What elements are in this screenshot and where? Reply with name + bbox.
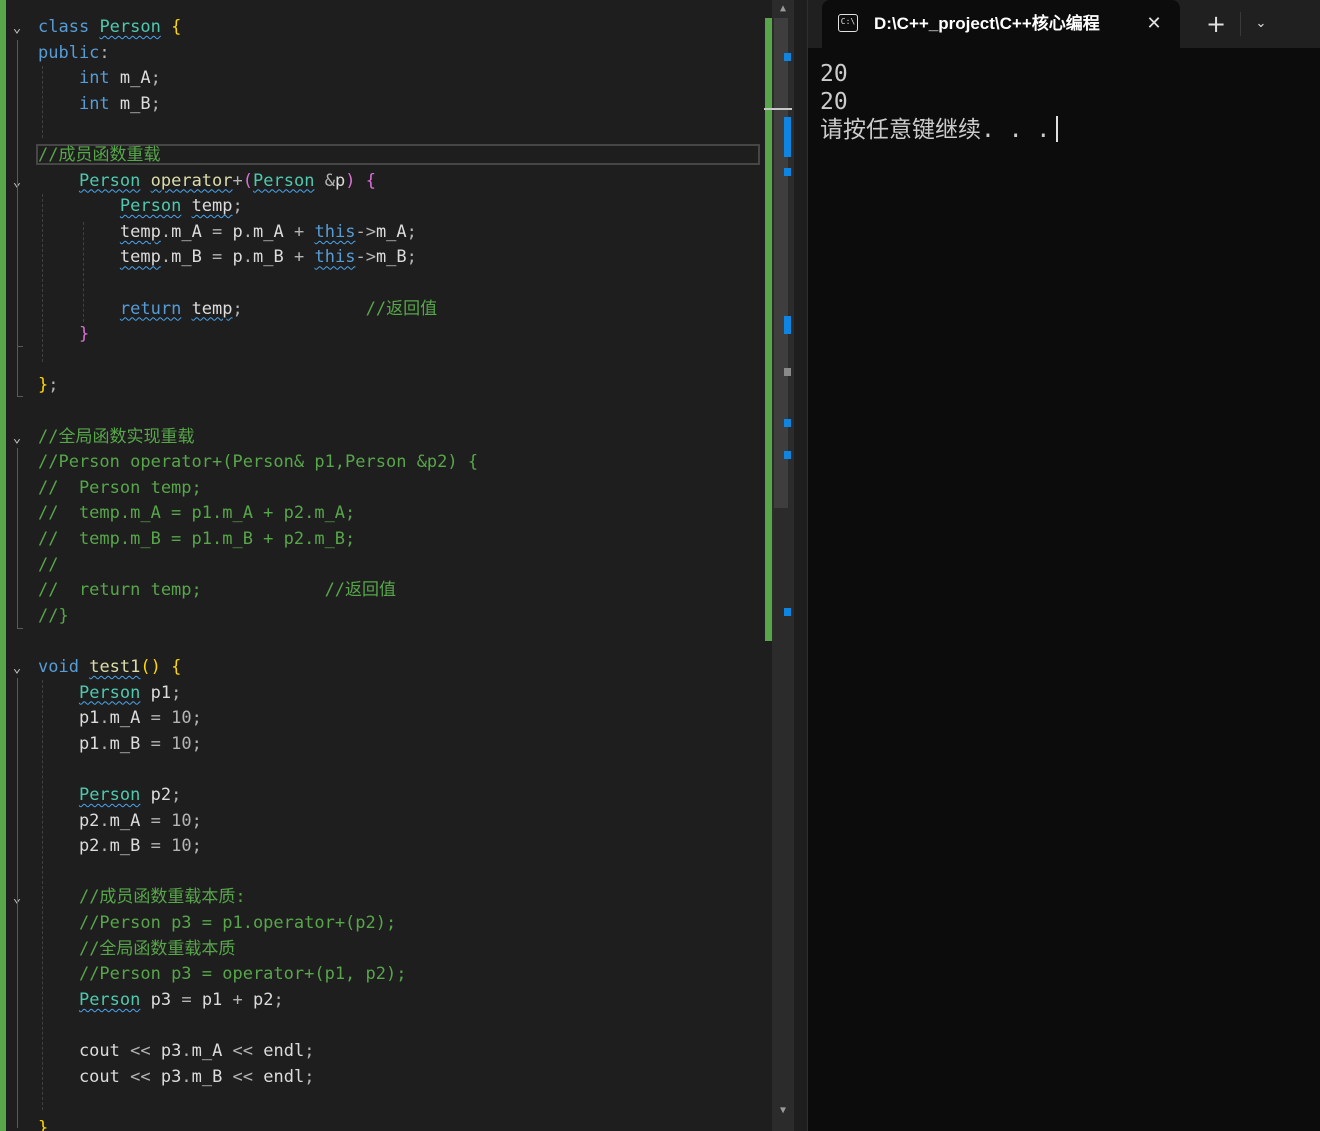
code-line[interactable]: //全局函数重载本质 (38, 937, 235, 962)
terminal-tab-bar: C:\ D:\C++_project\C++核心编程 ✕ + ⌄ (808, 0, 1320, 48)
code-editor[interactable]: class Person { ⌄ public: int m_A; int m_B;… (0, 0, 764, 1131)
code-line[interactable]: void test1() { (38, 655, 181, 680)
scope-line (17, 448, 18, 628)
code-line[interactable]: } (38, 1116, 48, 1131)
code-line[interactable]: return temp; //返回值 (38, 297, 437, 322)
terminal-output-line: 20 (820, 89, 848, 115)
chevron-down-icon[interactable]: ⌄ (1250, 10, 1272, 38)
scroll-up-arrow-icon[interactable]: ▲ (772, 0, 794, 18)
code-line[interactable]: //Person operator+(Person& p1,Person &p2… (38, 450, 478, 475)
tab-title: D:\C++_project\C++核心编程 (874, 14, 1100, 33)
code-line[interactable]: Person p2; (38, 783, 181, 808)
scrollbar-marker (784, 608, 791, 616)
code-line[interactable]: // temp.m_B = p1.m_B + p2.m_B; (38, 527, 355, 552)
scrollbar-thumb[interactable] (774, 18, 788, 508)
code-line[interactable]: //成员函数重载 (38, 143, 160, 168)
scrollbar-marker (784, 368, 791, 376)
scroll-down-arrow-icon[interactable]: ▼ (772, 1102, 794, 1120)
scope-end (17, 628, 23, 629)
code-line[interactable]: cout << p3.m_B << endl; (38, 1065, 315, 1090)
pane-splitter[interactable] (794, 0, 808, 1131)
terminal-output-line: 20 (820, 61, 848, 87)
code-line[interactable]: Person p1; (38, 681, 181, 706)
terminal-prompt-text: 请按任意键继续. . . (820, 117, 1051, 143)
code-line[interactable]: //} (38, 604, 69, 629)
code-line[interactable]: Person temp; (38, 194, 243, 219)
code-line[interactable]: p2.m_B = 10; (38, 834, 202, 859)
code-line[interactable]: }; (38, 373, 59, 398)
scrollbar-marker (784, 316, 791, 334)
terminal-window[interactable]: C:\ D:\C++_project\C++核心编程 ✕ + ⌄ 20 20 请… (808, 0, 1320, 1131)
change-indicator-bar (0, 0, 6, 1131)
close-icon[interactable]: ✕ (1140, 10, 1168, 38)
terminal-cursor (1056, 116, 1059, 142)
console-icon: C:\ (838, 14, 858, 32)
indent-guide (42, 680, 43, 1110)
code-line[interactable]: int m_B; (38, 92, 161, 117)
code-line[interactable]: // Person temp; (38, 476, 202, 501)
new-tab-button[interactable]: + (1202, 9, 1230, 39)
terminal-prompt-line: 请按任意键继续. . . (820, 116, 1059, 144)
code-line[interactable]: // return temp; //返回值 (38, 578, 396, 603)
code-line[interactable]: temp.m_A = p.m_A + this->m_A; (38, 220, 417, 245)
code-line[interactable]: //Person p3 = p1.operator+(p2); (38, 911, 396, 936)
fold-chevron-icon[interactable]: ⌄ (9, 20, 25, 36)
code-line[interactable]: p1.m_B = 10; (38, 732, 202, 757)
code-line[interactable]: p2.m_A = 10; (38, 809, 202, 834)
code-line[interactable]: //成员函数重载本质: (38, 885, 246, 910)
code-line[interactable]: int m_A; (38, 66, 161, 91)
fold-chevron-icon[interactable]: ⌄ (9, 430, 25, 446)
scrollbar-marker (784, 168, 791, 176)
code-line[interactable]: p1.m_A = 10; (38, 706, 202, 731)
code-line[interactable]: } (38, 322, 89, 347)
indent-guide (83, 222, 84, 322)
scrollbar-marker (784, 117, 791, 157)
code-line[interactable]: //Person p3 = operator+(p1, p2); (38, 962, 407, 987)
code-line[interactable]: cout << p3.m_A << endl; (38, 1039, 315, 1064)
code-line[interactable]: temp.m_B = p.m_B + this->m_B; (38, 245, 417, 270)
code-line[interactable]: // (38, 553, 58, 578)
scrollbar-marker (784, 451, 791, 459)
scope-end (17, 396, 23, 397)
code-line[interactable]: Person operator+(Person &p) { (38, 169, 376, 194)
change-margin (765, 18, 772, 641)
scrollbar-view-indicator (764, 108, 792, 110)
indent-guide (42, 194, 43, 362)
scrollbar-marker (784, 53, 791, 61)
code-line[interactable]: //全局函数实现重载 (38, 425, 194, 450)
fold-chevron-icon[interactable]: ⌄ (9, 660, 25, 676)
indent-guide (42, 66, 43, 138)
terminal-tab[interactable]: C:\ D:\C++_project\C++核心编程 ✕ (822, 0, 1180, 48)
code-line[interactable]: Person p3 = p1 + p2; (38, 988, 284, 1013)
code-line[interactable]: public: (38, 41, 110, 66)
scope-line (17, 194, 18, 346)
scope-line (17, 678, 18, 1128)
scope-end (17, 346, 23, 347)
tab-separator (1240, 12, 1241, 36)
vertical-scrollbar[interactable]: ▲ ▼ (764, 0, 794, 1131)
code-line[interactable]: class Person { (38, 15, 181, 40)
scrollbar-marker (784, 419, 791, 427)
code-line[interactable]: // temp.m_A = p1.m_A + p2.m_A; (38, 501, 355, 526)
